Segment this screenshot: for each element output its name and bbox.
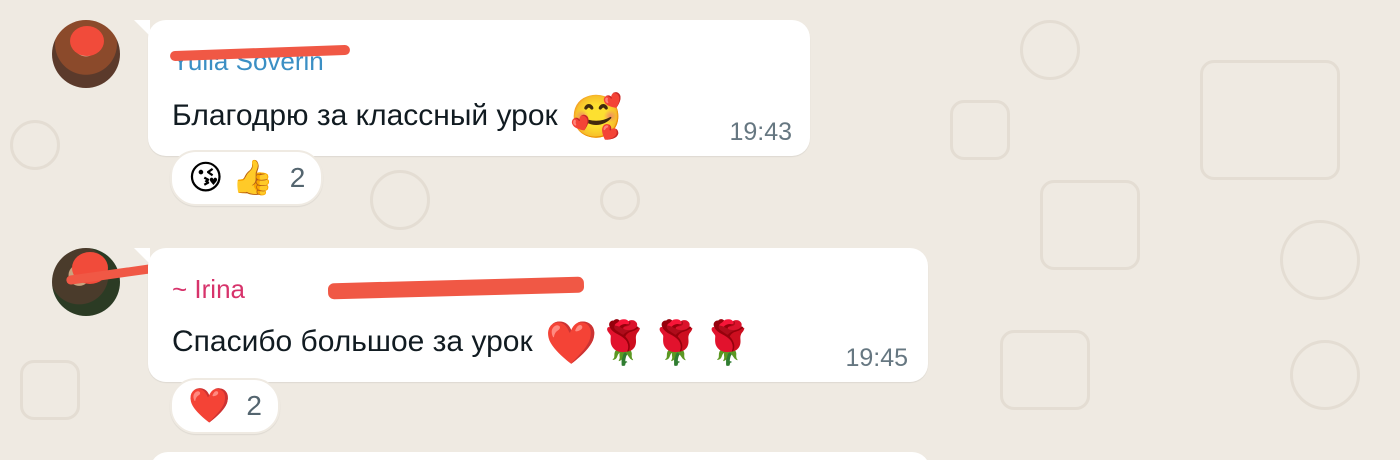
wallpaper-doodle [1020,20,1080,80]
wallpaper-doodle [1290,340,1360,410]
message-text: Спасибо большое за урок ❤️🌹🌹🌹 [172,322,754,364]
wallpaper-doodle [1040,180,1140,270]
message-timestamp: 19:45 [845,344,908,372]
reactions-pill[interactable]: ❤️ 2 [170,378,280,434]
redaction-mark [70,26,104,56]
wallpaper-doodle [10,120,60,170]
wallpaper-doodle [950,100,1010,160]
reactions-pill[interactable]: 😘 👍 2 [170,150,324,206]
message-bubble[interactable] [150,452,930,460]
sender-name[interactable]: ~ Irina [172,274,245,304]
wallpaper-doodle [600,180,640,220]
message-bubble[interactable]: ~ Irina Спасибо большое за урок ❤️🌹🌹🌹 19… [148,248,928,382]
sender-avatar[interactable] [52,20,120,88]
reaction-count: 2 [246,390,262,421]
message-body: Благодрю за классный урок [172,98,558,132]
wallpaper-doodle [1200,60,1340,180]
reaction-count: 2 [289,162,306,193]
red-heart-emoji: ❤️ [188,387,231,425]
thumbs-up-emoji: 👍 [231,159,274,197]
kissing-face-emoji: 😘 [188,159,224,197]
heart-and-rose-emojis: ❤️🌹🌹🌹 [544,319,755,366]
message-body: Спасибо большое за урок [172,324,533,358]
wallpaper-doodle [370,170,430,230]
wallpaper-doodle [1280,220,1360,300]
wallpaper-doodle [1000,330,1090,410]
wallpaper-doodle [20,360,80,420]
message-timestamp: 19:43 [729,118,792,146]
smiling-face-with-hearts-emoji: 🥰 [570,93,623,140]
message-text: Благодрю за классный урок 🥰 [172,96,622,138]
message-bubble[interactable]: Yulia Soverin Благодрю за классный урок … [148,20,810,156]
redaction-mark [327,276,585,300]
